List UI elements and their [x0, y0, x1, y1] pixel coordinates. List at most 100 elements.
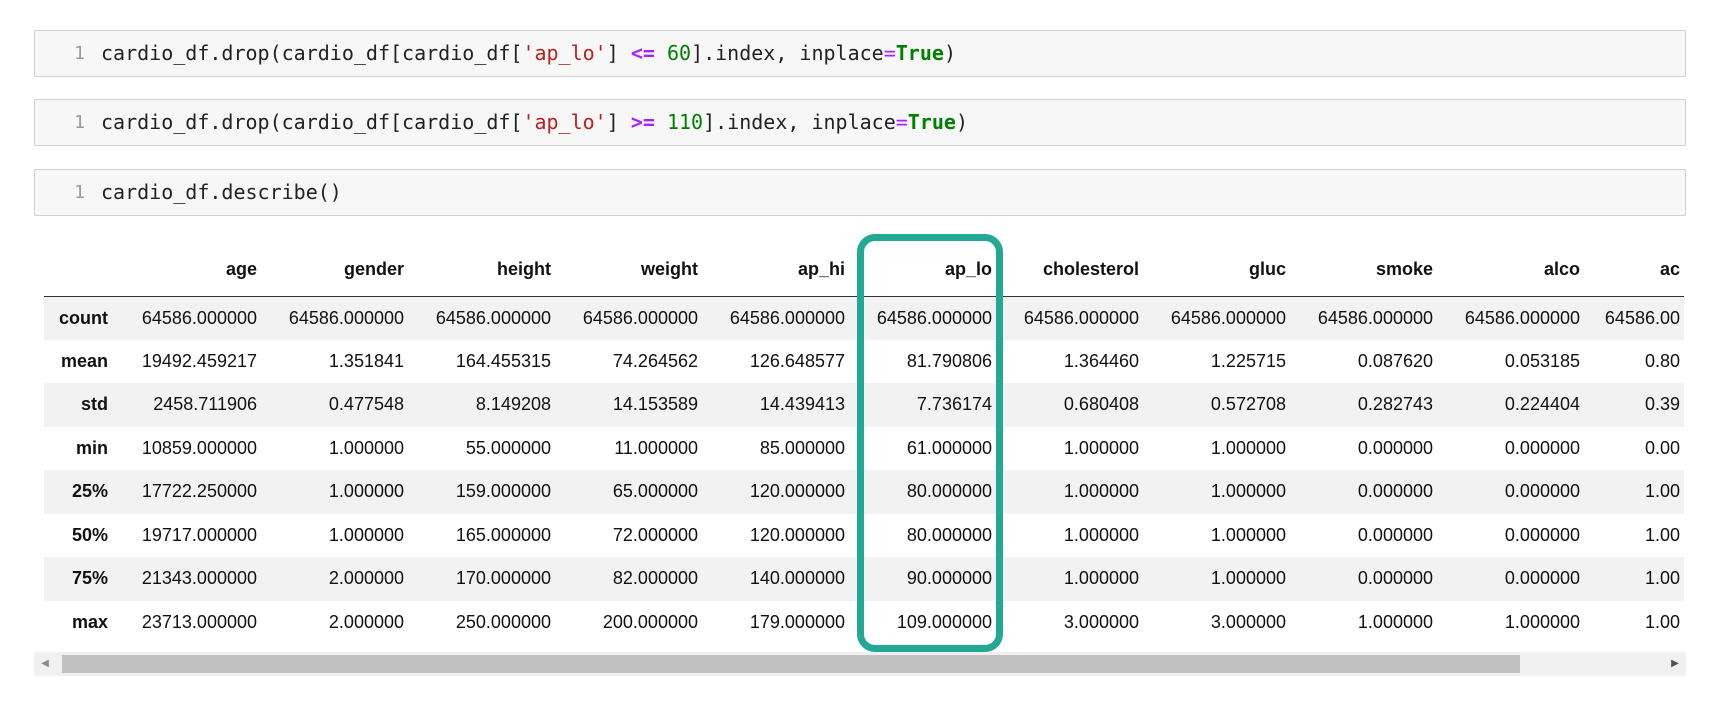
horizontal-scrollbar[interactable]: ◀ ▶ [34, 652, 1686, 676]
table-cell: 0.000000 [1357, 481, 1433, 502]
code-line[interactable]: cardio_df.describe() [101, 170, 342, 215]
code-token: ) [955, 110, 969, 134]
row-label: mean [60, 350, 108, 371]
table-cell: 179.000000 [749, 611, 845, 632]
column-header-gluc: gluc [1143, 244, 1290, 297]
table-cell: 1.000000 [1357, 611, 1433, 632]
scroll-right-arrow-icon[interactable]: ▶ [1664, 652, 1686, 676]
table-cell: 1.00 [1644, 481, 1680, 502]
code-cell-describe[interactable]: 1 cardio_df.describe() [34, 169, 1686, 216]
table-cell: 1.000000 [1210, 437, 1286, 458]
code-token: 'ap_lo' [522, 41, 607, 65]
table-cell: 3.000000 [1210, 611, 1286, 632]
table-cell: 120.000000 [749, 524, 845, 545]
column-header-height: height [408, 244, 555, 297]
code-token: 110 [666, 110, 704, 134]
table-cell: 64586.000000 [288, 307, 404, 328]
table-cell: 72.000000 [612, 524, 698, 545]
column-header-gender: gender [261, 244, 408, 297]
table-cell: 1.00 [1644, 568, 1680, 589]
table-row: mean 19492.459217 1.351841 164.455315 74.264… [44, 339, 1684, 383]
table-cell: 109.000000 [896, 611, 992, 632]
table-cell: 164.455315 [455, 350, 551, 371]
header-row: age gender height weight ap_hi ap_lo cholester… [44, 244, 1684, 297]
table-cell: 165.000000 [455, 524, 551, 545]
code-token: = [895, 110, 908, 134]
table-cell: 0.80 [1644, 350, 1680, 371]
table-cell: 65.000000 [612, 481, 698, 502]
code-cell-drop-ap-lo-low[interactable]: 1 cardio_df.drop(cardio_df[cardio_df['ap… [34, 30, 1686, 77]
table-cell: 1.000000 [1210, 568, 1286, 589]
scroll-left-arrow-icon[interactable]: ◀ [34, 652, 56, 676]
table-cell: 1.000000 [1210, 481, 1286, 502]
table-cell: 7.736174 [916, 394, 992, 415]
table-cell: 64586.000000 [1464, 307, 1580, 328]
table-cell: 2458.711906 [153, 394, 257, 415]
table-cell: 55.000000 [465, 437, 551, 458]
table-cell: 1.00 [1644, 524, 1680, 545]
table-cell: 64586.000000 [1317, 307, 1433, 328]
code-line[interactable]: cardio_df.drop(cardio_df[cardio_df['ap_l… [101, 100, 968, 145]
table-row: 50% 19717.000000 1.000000 165.000000 72.0000… [44, 513, 1684, 557]
table-cell: 21343.000000 [141, 568, 257, 589]
table-cell: 64586.000000 [582, 307, 698, 328]
table-cell: 1.000000 [1063, 481, 1139, 502]
table-cell: 19492.459217 [141, 350, 257, 371]
code-cell-drop-ap-lo-high[interactable]: 1 cardio_df.drop(cardio_df[cardio_df['ap… [34, 99, 1686, 146]
table-cell: 85.000000 [759, 437, 845, 458]
table-cell: 0.224404 [1504, 394, 1580, 415]
table-cell: 61.000000 [906, 437, 992, 458]
table-cell: 1.000000 [328, 481, 404, 502]
table-cell: 0.477548 [328, 394, 404, 415]
table-cell: 64586.000000 [729, 307, 845, 328]
table-cell: 140.000000 [749, 568, 845, 589]
table-cell: 0.087620 [1357, 350, 1433, 371]
table-cell: 11.000000 [614, 437, 698, 458]
table-cell: 120.000000 [749, 481, 845, 502]
describe-table: age gender height weight ap_hi ap_lo cholester… [44, 244, 1684, 644]
table-row: count 64586.000000 64586.000000 64586.00000… [44, 296, 1684, 340]
index-header [44, 244, 114, 297]
table-cell: 64586.000000 [1023, 307, 1139, 328]
table-cell: 1.00 [1644, 611, 1680, 632]
table-cell: 8.149208 [475, 394, 551, 415]
table-row: 75% 21343.000000 2.000000 170.000000 82.0000… [44, 557, 1684, 601]
code-token: >= [630, 110, 655, 134]
code-token: <= [630, 41, 655, 65]
code-token: = [883, 41, 896, 65]
code-token: ].index, inplace [703, 110, 896, 134]
table-cell: 159.000000 [455, 481, 551, 502]
table-cell: 19717.000000 [141, 524, 257, 545]
code-line[interactable]: cardio_df.drop(cardio_df[cardio_df['ap_l… [101, 31, 956, 76]
code-token: ].index, inplace [691, 41, 884, 65]
table-cell: 170.000000 [455, 568, 551, 589]
table-cell: 10859.000000 [141, 437, 257, 458]
row-label: std [81, 394, 108, 415]
table-cell: 90.000000 [906, 568, 992, 589]
table-cell: 1.000000 [1210, 524, 1286, 545]
code-token: True [895, 41, 944, 65]
table-cell: 1.000000 [1063, 524, 1139, 545]
table-cell: 0.572708 [1210, 394, 1286, 415]
code-token: ) [943, 41, 956, 65]
table-cell: 1.351841 [328, 350, 404, 371]
line-number: 1 [74, 182, 85, 203]
table-cell: 0.000000 [1504, 437, 1580, 458]
code-token: 60 [666, 41, 692, 65]
table-cell: 0.053185 [1504, 350, 1580, 371]
table-cell: 0.000000 [1357, 524, 1433, 545]
table-cell: 82.000000 [612, 568, 698, 589]
table-cell: 1.000000 [1063, 437, 1139, 458]
code-token: cardio_df.drop(cardio_df[cardio_df[ [101, 110, 523, 134]
table-cell: 64586.000000 [141, 307, 257, 328]
table-cell: 250.000000 [455, 611, 551, 632]
column-header-smoke: smoke [1290, 244, 1437, 297]
scrollbar-thumb[interactable] [62, 655, 1520, 673]
row-label: min [75, 437, 108, 458]
table-cell: 3.000000 [1063, 611, 1139, 632]
column-header-cholesterol: cholesterol [996, 244, 1143, 297]
table-cell: 81.790806 [906, 350, 992, 371]
code-token: 'ap_lo' [522, 110, 607, 134]
